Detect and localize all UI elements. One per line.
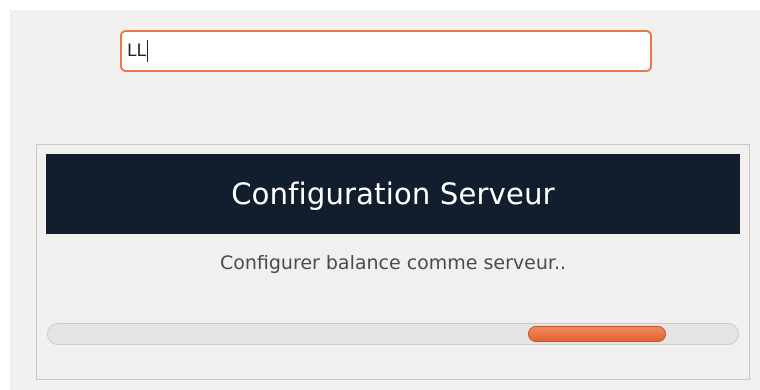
text-caret: [146, 40, 148, 62]
search-input[interactable]: LL: [120, 30, 652, 72]
dialog-message: Configurer balance comme serveur..: [219, 252, 567, 274]
progress-bar: [47, 323, 739, 345]
dialog-title: Configuration Serveur: [231, 177, 555, 211]
app-window: LL Configuration Serveur Configurer bala…: [10, 10, 760, 390]
search-input-value: LL: [127, 41, 146, 61]
progress-indicator: [527, 326, 666, 342]
server-config-dialog: Configuration Serveur Configurer balance…: [36, 144, 750, 380]
dialog-header: Configuration Serveur: [46, 154, 740, 234]
